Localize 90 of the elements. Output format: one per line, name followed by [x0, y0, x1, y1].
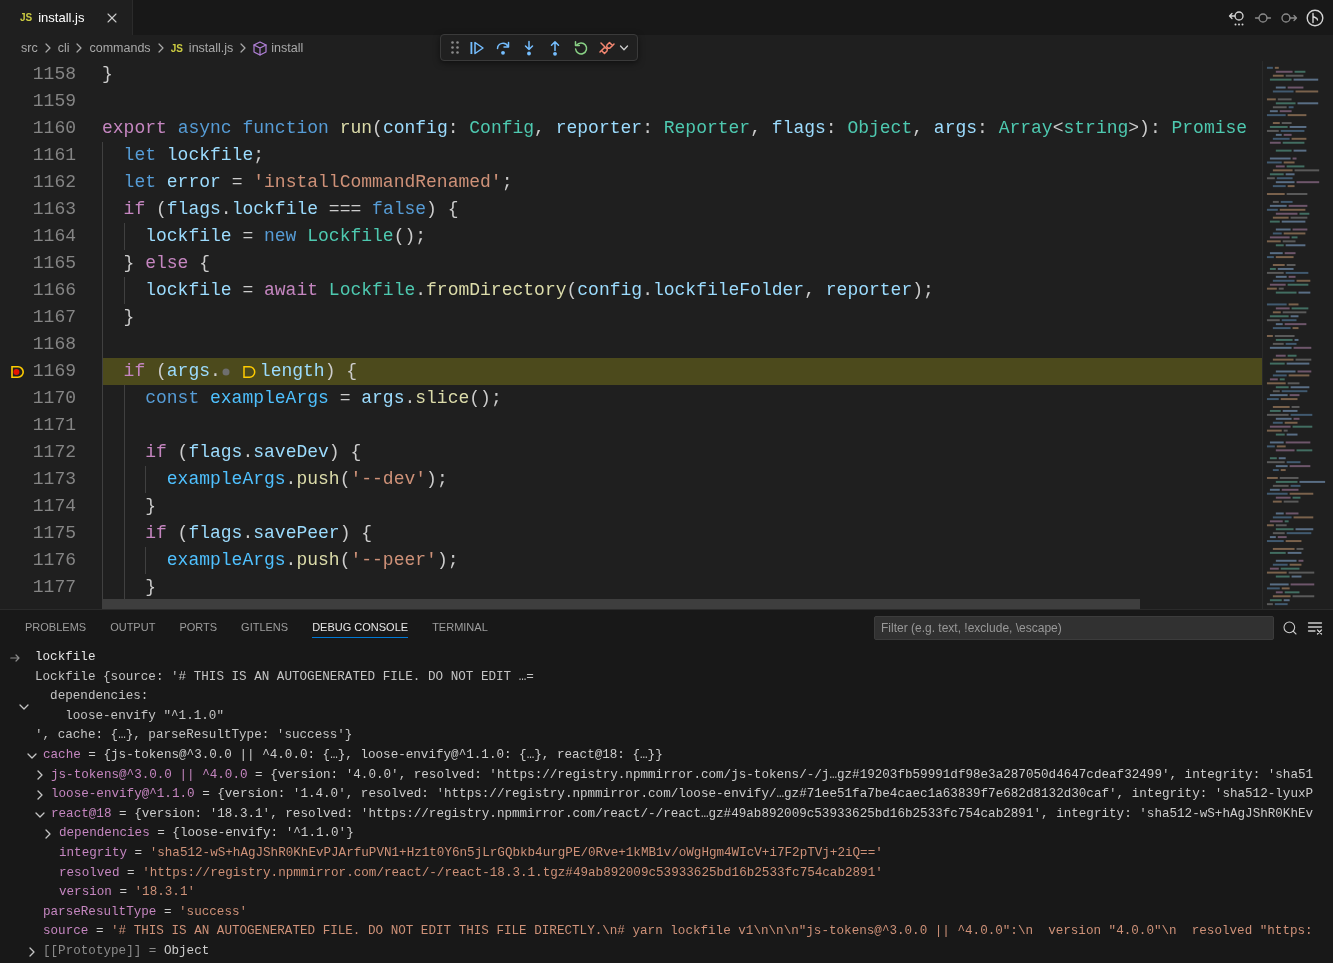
file-type-label: JS — [20, 12, 33, 23]
dot-icon[interactable] — [221, 367, 230, 376]
breadcrumb-item[interactable]: commands — [89, 41, 151, 55]
breadcrumb-item[interactable]: cli — [57, 41, 70, 55]
line-number: 1171 — [31, 414, 76, 437]
variable-entry: cache = {js-tokens@^3.0.0 || ^4.0.0: {…}, loose-envify@^1.1.0: {…}, react@18: {…}} — [43, 746, 663, 764]
code-line: } — [145, 576, 156, 599]
variable-entry: loose-envify@^1.1.0 = {version: '1.4.0', resolved: 'https://registry.npmmirror.com/loose-envify/…gz#71ee51fa7be4caec1a63839f7e682d8132d30caf', integrity: 'sha512-lyuxP — [51, 786, 1314, 804]
code-line: const exampleArgs = args.slice(); — [145, 387, 502, 410]
chevron-right-icon[interactable] — [27, 946, 37, 957]
variable-entry: dependencies = {loose-envify: '^1.1.0'} — [59, 825, 354, 843]
code-line: if (flags.saveDev) { — [145, 441, 362, 464]
panel-tab[interactable]: TERMINAL — [432, 617, 488, 638]
grip-icon[interactable] — [451, 41, 459, 54]
variable-entry: js-tokens@^3.0.0 || ^4.0.0 = {version: '4.0.0', resolved: 'https://registry.npmmirror.com/js-tokens/-/j…gz#19203fb59991df98e3a287050d4647cdeaf32499', integrity: 'sha51 — [51, 766, 1314, 784]
continue-icon[interactable] — [469, 39, 485, 56]
variable-entry: resolved = 'https://registry.npmmirror.com/react/-/react-18.3.1.tgz#49ab892009c53933625bd16b2533fc754cab2891' — [59, 864, 883, 882]
chevron-right-icon — [156, 43, 165, 53]
breakpoint-icon[interactable] — [11, 364, 25, 379]
step-over-icon[interactable] — [495, 39, 511, 56]
code-line: exampleArgs.push('--peer'); — [166, 549, 459, 572]
caret-icon[interactable] — [619, 42, 629, 53]
arrow-right-icon — [10, 653, 20, 662]
breadcrumb-item[interactable]: JS install.js — [170, 41, 234, 55]
variable-entry: integrity = 'sha512-wS+hAgJShR0KhEvPJArfuPVN1+Hz1t0Y6n5jLrGQbkb4urgPE/0Rve+1kMB1v/oWgHgm4WIcV+i7F2pTVj+2iQ==' — [59, 844, 883, 862]
plug-icon[interactable] — [599, 39, 615, 56]
panel-tab[interactable]: PROBLEMS — [25, 617, 87, 638]
code-line: let error = 'installCommandRenamed'; — [123, 171, 513, 194]
breadcrumb-item[interactable]: install — [253, 40, 304, 56]
line-number: 1176 — [31, 549, 76, 572]
line-number: 1160 — [31, 117, 76, 140]
line-number: 1162 — [31, 171, 76, 194]
code-line: } — [102, 63, 113, 86]
stack-frame-icon[interactable] — [242, 364, 256, 379]
console-command-text: lockfile — [35, 649, 96, 666]
line-number: 1166 — [31, 279, 76, 302]
line-number: 1170 — [31, 387, 76, 410]
line-number: 1172 — [31, 441, 76, 464]
variable-entry: [[Prototype]] = Object — [43, 942, 210, 960]
code-line: lockfile = await Lockfile.fromDirectory(config.lockfileFolder, reporter); — [145, 279, 934, 302]
variable-entry: version = '18.3.1' — [59, 884, 196, 902]
code-text: if (args. — [123, 360, 221, 383]
editor-tab[interactable]: JS install.js — [0, 0, 134, 35]
code-line: export async function run(config: Config, reporter: Reporter, flags: Object, args: Array<string>): Promise — [102, 117, 1248, 140]
line-number: 1173 — [31, 468, 76, 491]
line-number: 1159 — [31, 90, 76, 113]
circled-branch-icon[interactable] — [1306, 8, 1324, 27]
file-type-label: JS — [170, 42, 183, 54]
line-number: 1167 — [31, 306, 76, 329]
circle-arrow-left-icon[interactable] — [1228, 8, 1246, 27]
code-line: } else { — [123, 252, 211, 275]
code-line: let lockfile; — [123, 144, 265, 167]
breadcrumb-item[interactable]: src — [21, 41, 38, 55]
restart-icon[interactable] — [573, 39, 589, 56]
panel-tab[interactable]: GITLENS — [241, 617, 289, 638]
search-icon[interactable] — [1282, 619, 1298, 636]
code-line: } — [145, 495, 156, 518]
panel-tab[interactable]: PORTS — [179, 617, 218, 638]
code-text: length) { — [259, 360, 358, 383]
line-number: 1163 — [31, 198, 76, 221]
panel-tab[interactable]: DEBUG CONSOLE — [312, 617, 409, 638]
variable-entry: parseResultType = 'success' — [43, 903, 248, 921]
code-line: exampleArgs.push('--dev'); — [166, 468, 448, 491]
code-line: } — [123, 306, 135, 329]
panel-tab[interactable]: OUTPUT — [110, 617, 156, 638]
list-x-icon[interactable] — [1307, 619, 1323, 636]
chevron-right-icon — [75, 43, 84, 53]
code-line: lockfile = new Lockfile(); — [145, 225, 427, 248]
console-output: Lockfile {source: '# THIS IS AN AUTOGENERATED FILE. DO NOT EDIT …= dependencies: loose-envify "^1.1.0" ', cache: {…}, parseResultType: 'success'} — [35, 668, 534, 745]
cube-icon — [253, 40, 268, 56]
filter-field[interactable]: Filter (e.g. text, !exclude, \escape) — [874, 615, 1274, 640]
line-number: 1175 — [31, 522, 76, 545]
line-number: 1169 — [31, 360, 76, 383]
chevron-right-icon[interactable] — [35, 770, 45, 781]
line-number: 1164 — [31, 225, 76, 248]
line-number: 1158 — [31, 63, 76, 86]
line-number: 1177 — [31, 576, 76, 599]
chevron-right-icon — [43, 43, 52, 53]
code-line: if (flags.savePeer) { — [145, 522, 373, 545]
chevron-right-icon — [239, 43, 248, 53]
scrollbar-thumb[interactable] — [102, 599, 1140, 609]
chevron-right-icon[interactable] — [43, 829, 53, 840]
chevron-right-icon[interactable] — [35, 789, 45, 800]
line-number: 1165 — [31, 252, 76, 275]
line-number: 1174 — [31, 495, 76, 518]
variable-entry: react@18 = {version: '18.3.1', resolved: 'https://registry.npmmirror.com/react/-/react…gz#49ab892009c53933625bd16b2533fc754cab2891', integrity: 'sha512-wS+hAgJShR0KhEv — [51, 805, 1314, 823]
line-number: 1168 — [31, 333, 76, 356]
variable-entry: source = '# THIS IS AN AUTOGENERATED FILE. DO NOT EDIT THIS FILE DIRECTLY.\n# yarn lockfile v1\n\n\n"js-tokens@^3.0.0 || ^4.0.0":\n version "4.0.0"\n resolved "https: — [43, 923, 1313, 941]
line-number: 1161 — [31, 144, 76, 167]
code-line: if (flags.lockfile === false) { — [123, 198, 459, 221]
